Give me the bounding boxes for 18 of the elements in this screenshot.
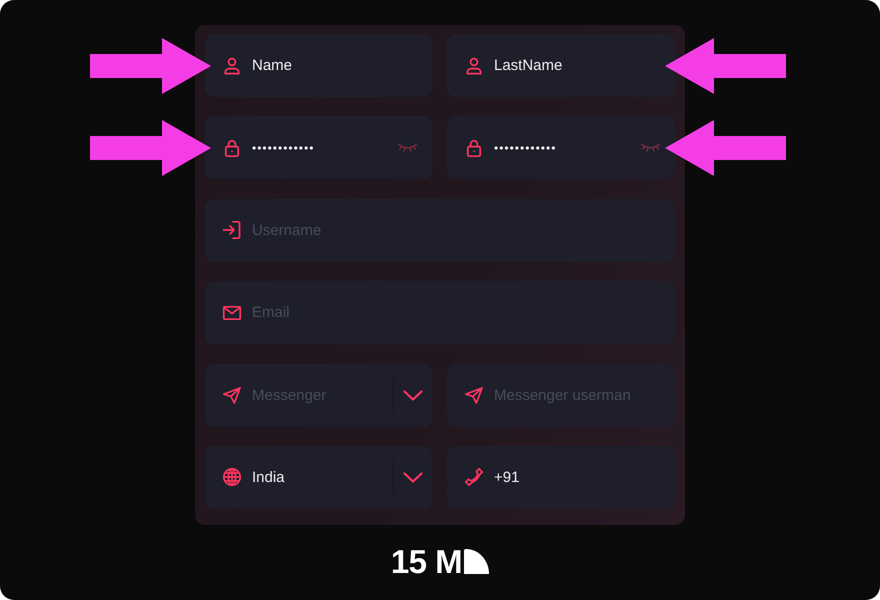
globe-icon [222,467,242,488]
password-field[interactable]: •••••••••••• [205,116,432,180]
logo-text: 15 M [390,548,462,575]
paper-plane-icon [222,385,242,406]
chevron-down-icon[interactable] [403,472,423,483]
password-field[interactable]: •••••••••••• [447,116,675,180]
person-icon [222,56,242,76]
phone-icon [464,467,484,488]
chevron-down-icon[interactable] [403,390,423,401]
paper-plane-icon [464,385,484,406]
login-icon [222,220,242,240]
lock-icon [222,138,242,158]
lock-icon [464,138,484,158]
name-field[interactable]: Name [205,34,432,97]
country-dropdown[interactable]: India [205,446,432,509]
name-field[interactable]: LastName [447,34,675,97]
phone-field[interactable]: +91 [447,446,675,509]
person-icon [464,56,484,76]
